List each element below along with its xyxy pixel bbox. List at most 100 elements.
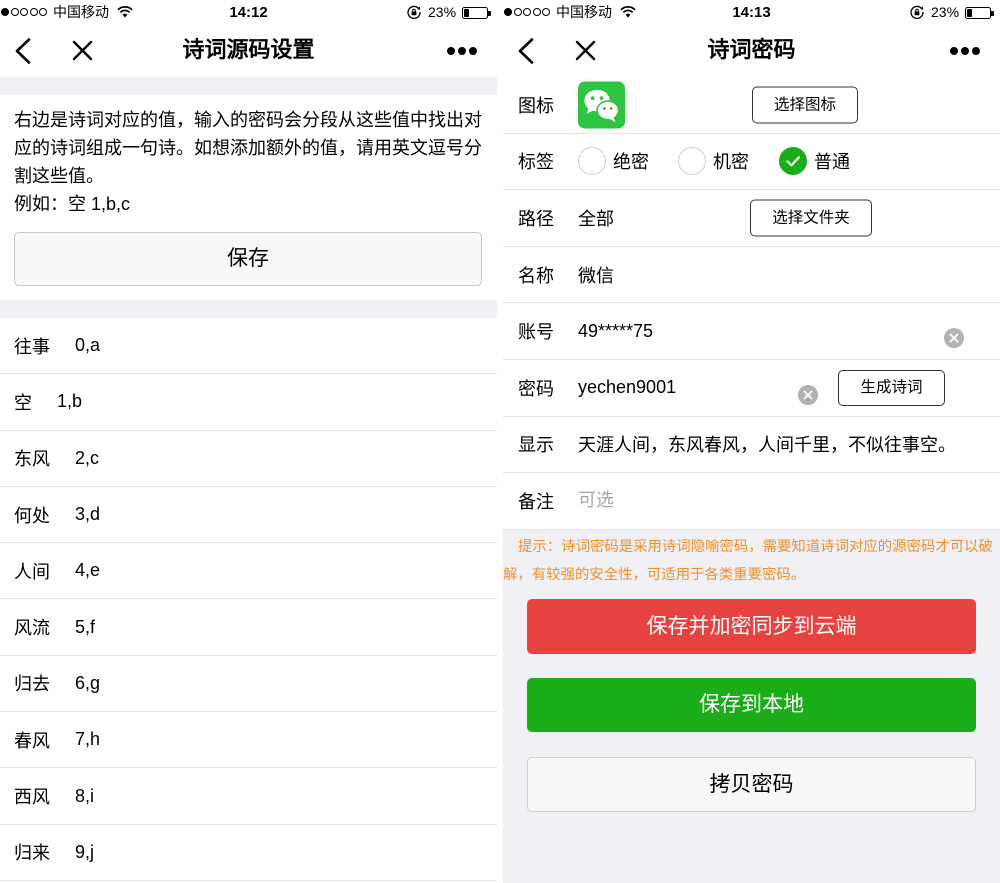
poem-word: 东风 [14, 449, 50, 470]
clear-icon[interactable] [798, 384, 818, 405]
poem-row[interactable]: 人间 4,e [0, 543, 497, 600]
poem-word: 风流 [14, 618, 50, 639]
nav-bar: 诗词源码设置 [0, 25, 497, 77]
battery-percent: 23% [428, 4, 457, 20]
tag-option-top-secret[interactable]: 绝密 [578, 147, 649, 176]
poem-word: 何处 [14, 505, 50, 526]
path-label: 路径 [518, 208, 554, 229]
tag-option-label: 绝密 [613, 152, 649, 173]
poem-word: 往事 [14, 336, 50, 357]
tag-option-confidential[interactable]: 机密 [678, 147, 749, 176]
clear-icon[interactable] [944, 328, 964, 349]
check-circle-icon [779, 147, 807, 176]
name-label: 名称 [518, 265, 554, 286]
poem-value: 2,c [75, 447, 100, 468]
display-row: 显示 天涯人间，东风春风，人间千里，不似往事空。 [503, 417, 1000, 474]
poem-row[interactable]: 春风 7,h [0, 712, 497, 769]
battery-body [464, 9, 486, 17]
tag-row: 标签 绝密 机密 普通 [503, 134, 1000, 191]
password-form: 图标 选择图标 标签 绝密 机密 普通 路径 全部 选择文件夹 名称 微信 账号… [503, 77, 1000, 530]
remark-input[interactable] [578, 473, 978, 529]
poem-row[interactable]: 空 1,b [0, 374, 497, 431]
poem-value: 0,a [75, 335, 101, 356]
intro-section: 右边是诗词对应的值，输入的密码会分段从这些值中找出对 应的诗词组成一句诗。如想添… [0, 95, 497, 300]
battery-tip [991, 10, 994, 16]
account-input[interactable] [578, 303, 933, 359]
poem-value: 7,h [75, 729, 101, 750]
hint-line: 解，有较强的安全性，可适用于各类重要密码。 [503, 567, 806, 583]
poem-value: 8,i [75, 785, 95, 806]
poem-row[interactable]: 风流 5,f [0, 599, 497, 656]
poem-word: 空 [14, 392, 32, 413]
intro-description: 右边是诗词对应的值，输入的密码会分段从这些值中找出对 应的诗词组成一句诗。如想添… [14, 106, 490, 218]
page-title: 诗词密码 [707, 37, 796, 62]
poem-row[interactable]: 归去 6,g [0, 656, 497, 713]
poem-row[interactable]: 往事 0,a [0, 318, 497, 375]
poem-row[interactable]: 何处 3,d [0, 487, 497, 544]
wechat-icon [578, 81, 625, 129]
battery-icon [965, 7, 991, 19]
orientation-lock-icon [910, 5, 924, 19]
icon-label: 图标 [518, 95, 554, 116]
path-value: 全部 [578, 208, 614, 229]
more-icon[interactable] [446, 46, 478, 56]
save-local-button[interactable]: 保存到本地 [527, 678, 976, 732]
poem-value: 4,e [75, 560, 101, 581]
generate-poem-button[interactable]: 生成诗词 [838, 369, 945, 406]
back-icon[interactable] [517, 38, 535, 64]
remark-label: 备注 [518, 491, 554, 512]
display-label: 显示 [518, 435, 554, 456]
close-icon[interactable] [575, 40, 596, 61]
status-time: 14:13 [732, 4, 771, 21]
more-icon[interactable] [949, 46, 981, 56]
battery-tip [488, 10, 491, 16]
poem-value: 6,g [75, 672, 101, 693]
poem-word: 归去 [14, 674, 50, 695]
battery-level-fill [967, 9, 973, 17]
section-separator [0, 77, 497, 95]
page-title: 诗词源码设置 [182, 37, 315, 62]
source-code-settings-screen: 中国移动 14:12 23% 诗词源码设置 右边是诗词对应的值，输入的密码会分段… [0, 0, 497, 883]
choose-folder-button[interactable]: 选择文件夹 [750, 199, 872, 237]
name-input[interactable] [578, 246, 968, 303]
poem-row[interactable]: 西风 8,i [0, 768, 497, 825]
tag-option-normal[interactable]: 普通 [779, 147, 850, 176]
hint-text: 提示：诗词密码是采用诗词隐喻密码，需要知道诗词对应的源密码才可以破 解，有较强的… [503, 533, 1000, 589]
status-time: 14:12 [229, 4, 268, 21]
intro-line: 割这些值。 [14, 166, 104, 186]
poem-value-list: 往事 0,a 空 1,b 东风 2,c 何处 3,d 人间 4,e 风流 5,f… [0, 318, 497, 881]
poem-word: 西风 [14, 787, 50, 808]
radio-circle-icon [578, 147, 606, 176]
poem-word: 春风 [14, 730, 50, 751]
save-button[interactable]: 保存 [14, 232, 482, 286]
remark-row: 备注 [503, 473, 1000, 530]
poem-password-screen: 中国移动 14:13 23% 诗词密码 图标 选择图标 标签 绝密 机密 普通 … [503, 0, 1000, 883]
back-icon[interactable] [14, 38, 32, 64]
choose-icon-button[interactable]: 选择图标 [752, 86, 858, 124]
radio-circle-icon [678, 147, 706, 176]
account-row: 账号 [503, 303, 1000, 360]
section-separator [0, 300, 497, 318]
close-icon[interactable] [72, 40, 93, 61]
poem-word: 人间 [14, 561, 50, 582]
path-row: 路径 全部 选择文件夹 [503, 190, 1000, 247]
tag-option-label: 机密 [713, 152, 749, 173]
intro-line: 应的诗词组成一句诗。如想添加额外的值，请用英文逗号分 [14, 138, 482, 158]
password-input[interactable] [578, 359, 788, 416]
poem-word: 归来 [14, 843, 50, 864]
poem-value: 5,f [75, 616, 96, 637]
status-bar: 中国移动 14:12 23% [0, 0, 497, 25]
battery-level-fill [464, 9, 470, 17]
password-label: 密码 [518, 378, 554, 399]
poem-value: 3,d [75, 504, 101, 525]
tag-option-label: 普通 [814, 152, 850, 173]
poem-row[interactable]: 归来 9,j [0, 825, 497, 881]
display-value: 天涯人间，东风春风，人间千里，不似往事空。 [578, 435, 956, 456]
password-row: 密码 生成诗词 [503, 359, 1000, 417]
copy-password-button[interactable]: 拷贝密码 [527, 757, 976, 812]
battery-percent: 23% [931, 4, 960, 20]
account-label: 账号 [518, 322, 554, 343]
save-encrypt-sync-button[interactable]: 保存并加密同步到云端 [527, 599, 976, 654]
nav-bar: 诗词密码 [503, 25, 1000, 77]
poem-row[interactable]: 东风 2,c [0, 431, 497, 487]
